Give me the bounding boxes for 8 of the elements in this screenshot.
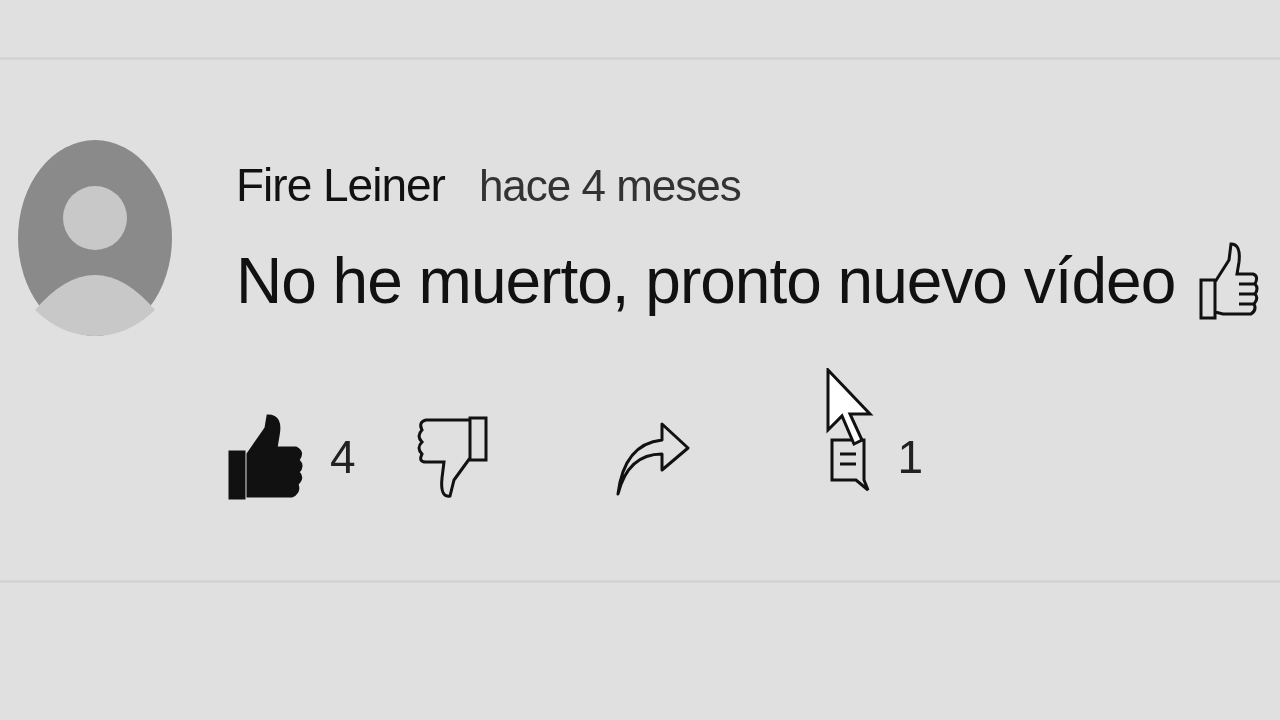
- author-name[interactable]: Fire Leiner: [236, 158, 445, 212]
- reply-count: 1: [897, 430, 924, 484]
- comment-text: No he muerto, pronto nuevo vídeo: [236, 244, 1176, 318]
- thumbs-up-icon: [1197, 240, 1262, 322]
- like-count: 4: [330, 430, 356, 484]
- comment-time[interactable]: hace 4 meses: [478, 161, 741, 211]
- reply-button[interactable]: 1: [827, 414, 924, 500]
- avatar[interactable]: [18, 140, 172, 336]
